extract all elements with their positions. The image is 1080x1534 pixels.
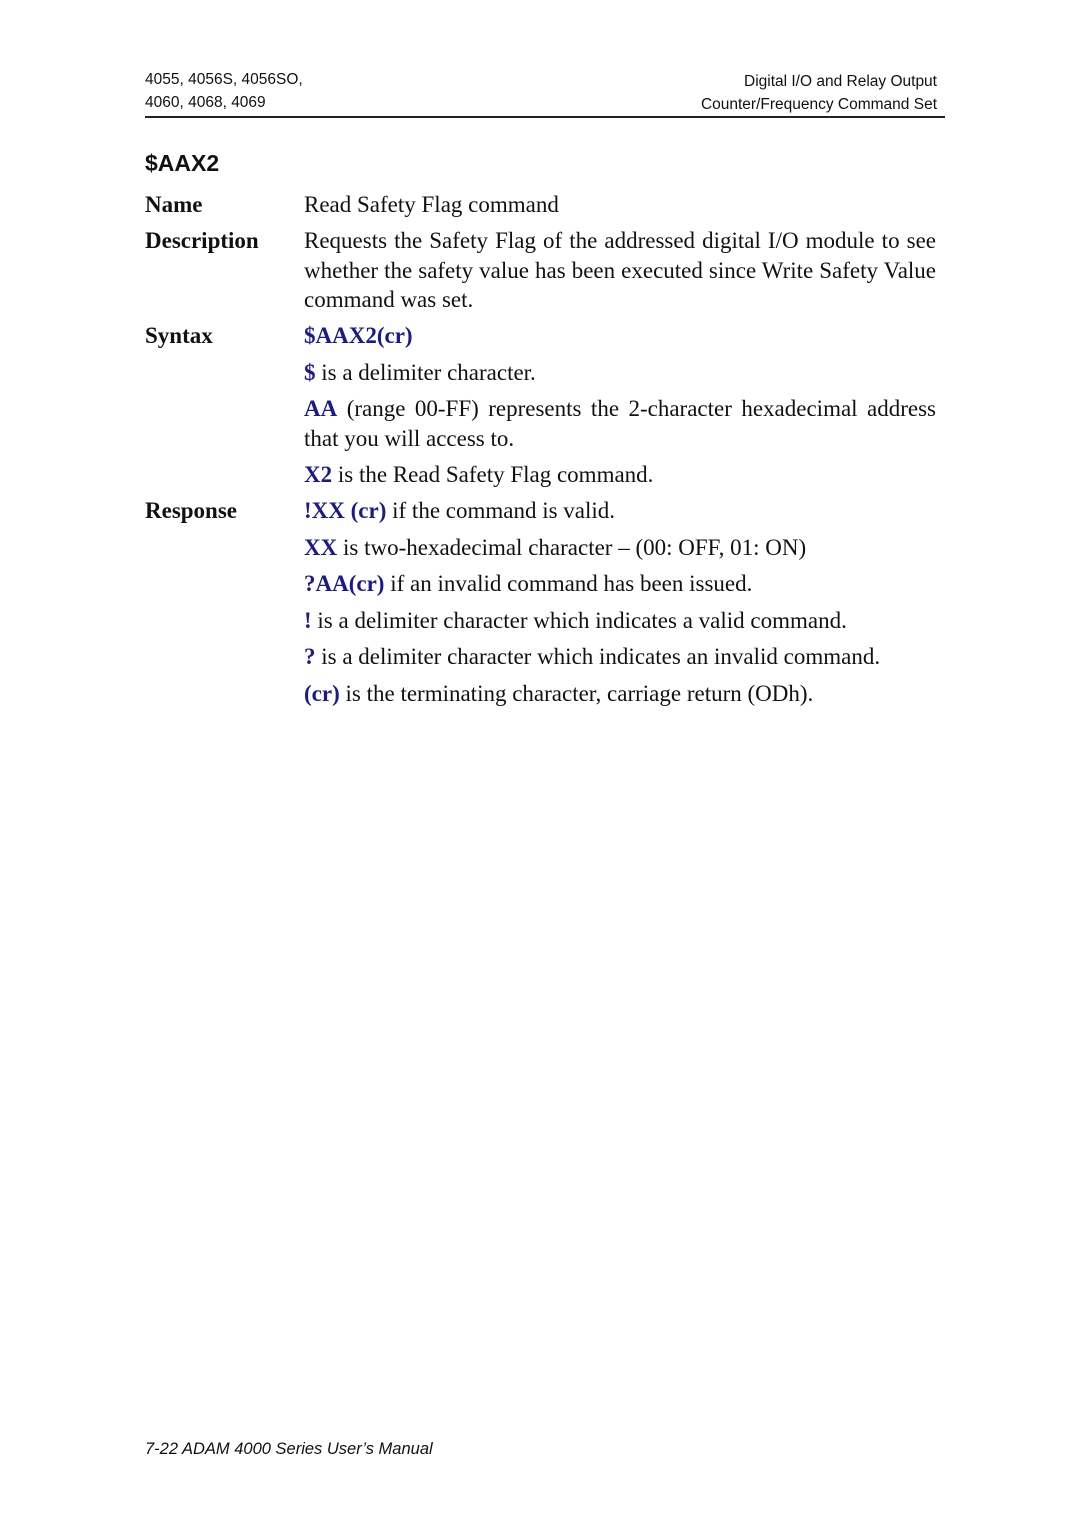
response-item: (cr) is the terminating character, carri…	[304, 680, 814, 706]
response-item: XX is two-hexadecimal character – (00: O…	[304, 534, 807, 560]
name-text: Read Safety Flag command	[304, 192, 559, 217]
header-section: Digital I/O and Relay Output Counter/Fre…	[701, 70, 937, 116]
syntax-item: $ is a delimiter character.	[304, 359, 536, 385]
header-section-line2: Counter/Frequency Command Set	[700, 96, 937, 113]
response-item: ?AA(cr) if an invalid command has been i…	[304, 571, 753, 596]
syntax-item: X2 is the Read Safety Flag command.	[304, 462, 654, 487]
page-footer: 7-22 ADAM 4000 Series User’s Manual	[145, 1440, 433, 1458]
page-header: 4055, 4056S, 4056SO, 4060, 4068, 4069 Di…	[145, 68, 945, 118]
description-text: Requests the Safety Flag of the addresse…	[304, 228, 936, 312]
response-item: ? is a delimiter character which indicat…	[304, 644, 881, 669]
name-label: Name	[145, 192, 203, 217]
response-item: !XX (cr) if the command is valid.	[304, 498, 616, 523]
syntax-label: Syntax	[145, 323, 213, 348]
response-label: Response	[145, 498, 238, 523]
header-models-line1: 4055, 4056S, 4056SO,	[145, 71, 303, 88]
syntax-command: $AAX2(cr)	[304, 323, 413, 348]
syntax-content: $AAX2(cr) $ is a delimiter character. AA…	[304, 321, 936, 490]
command-title: $AAX2	[145, 150, 220, 176]
description-label: Description	[145, 228, 259, 253]
response-item: ! is a delimiter character which indicat…	[304, 607, 847, 633]
header-section-line1: Digital I/O and Relay Output	[744, 73, 937, 90]
header-models: 4055, 4056S, 4056SO, 4060, 4068, 4069	[145, 68, 303, 114]
response-content: !XX (cr) if the command is valid. XX is …	[304, 496, 936, 708]
syntax-item: AA (range 00-FF) represents the 2-charac…	[304, 396, 936, 451]
header-models-line2: 4060, 4068, 4069	[145, 94, 266, 111]
